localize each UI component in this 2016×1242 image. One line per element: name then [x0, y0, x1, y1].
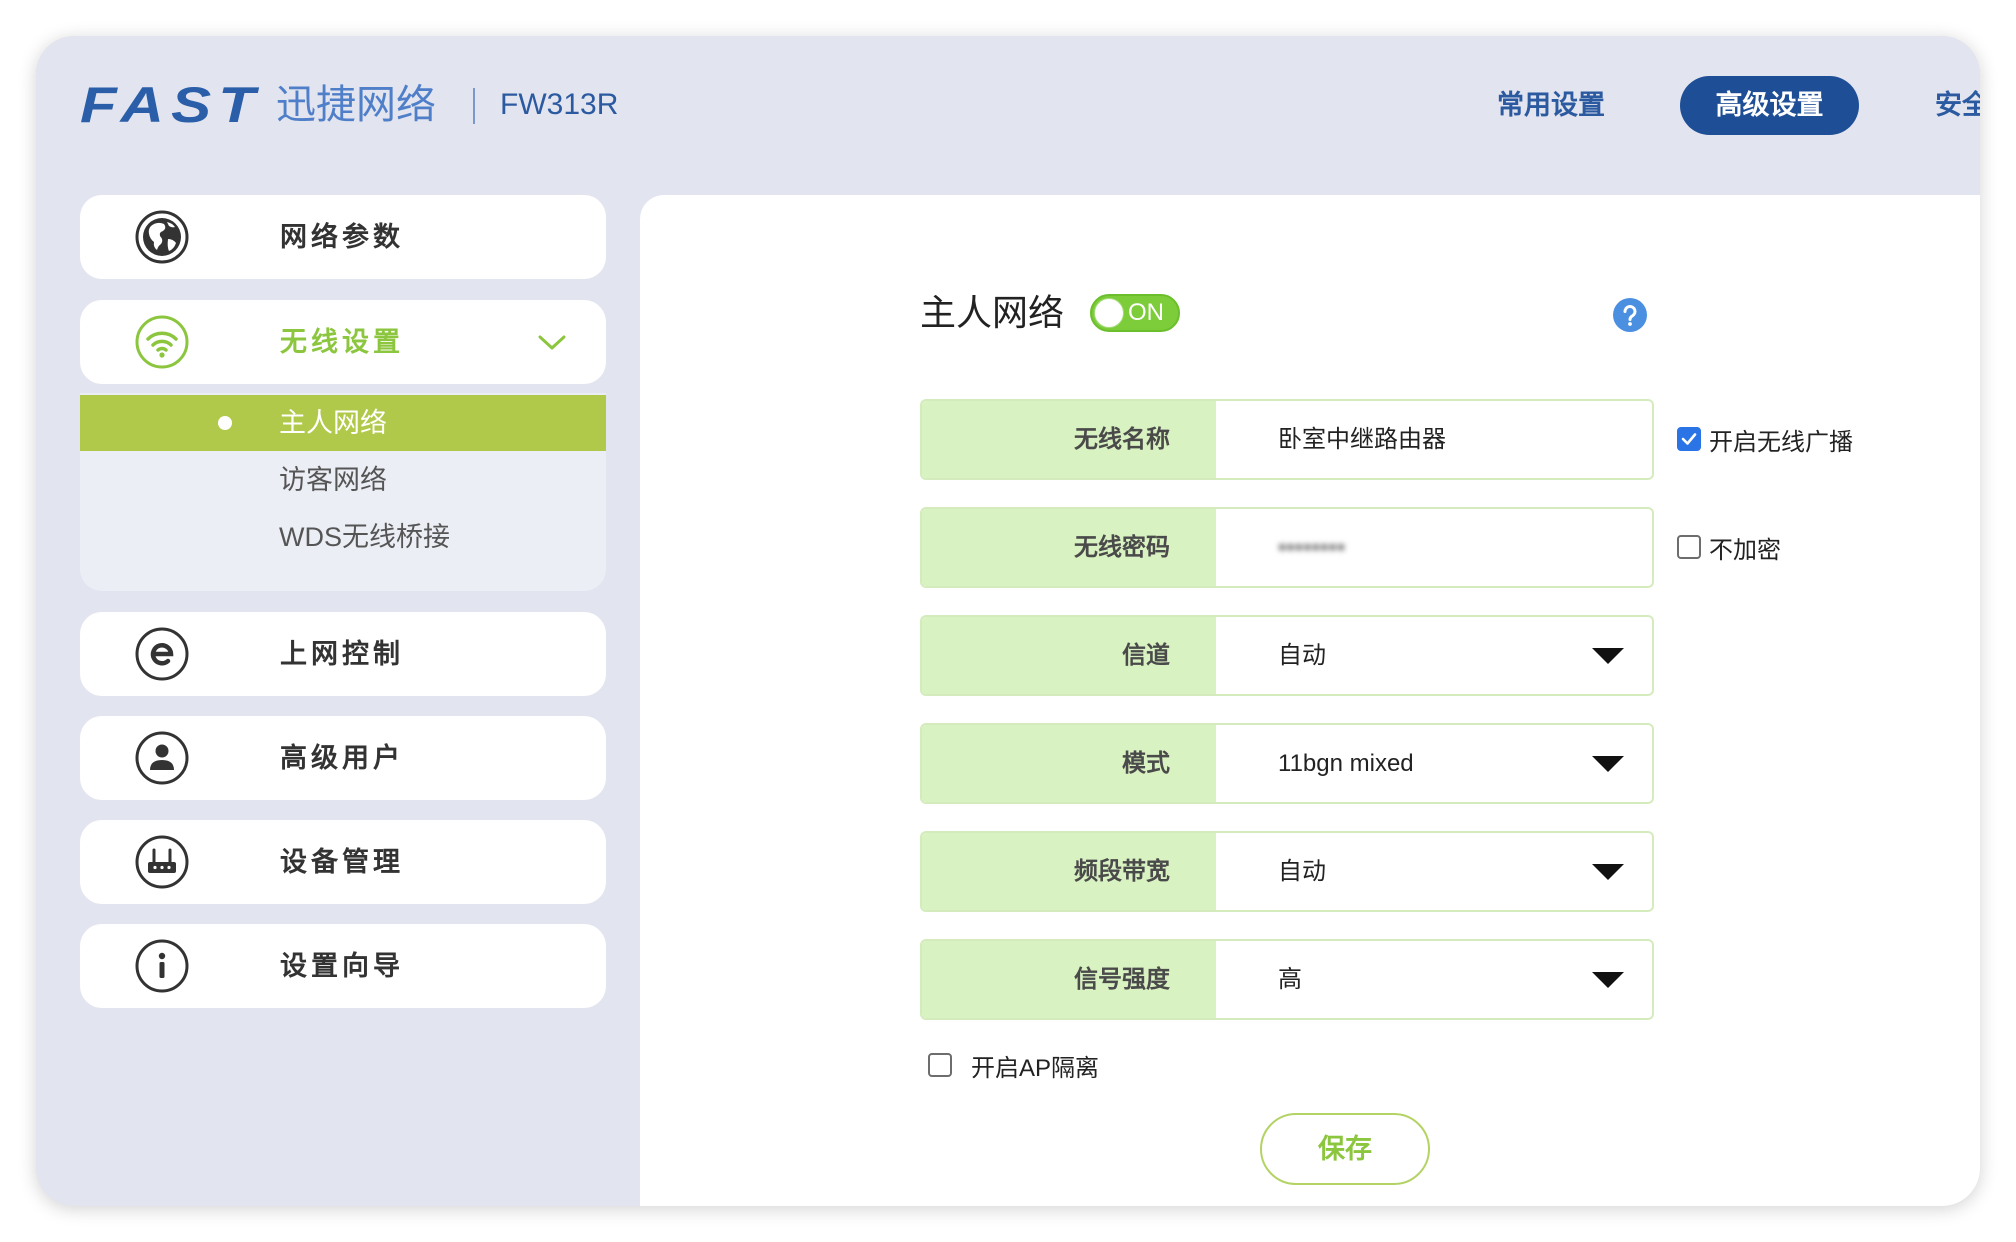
sidebar-item-label: 高级用户: [280, 743, 404, 773]
router-admin-window: FAST 迅捷网络 FW313R 常用设置 高级设置 安全 网络参数 无线设置: [36, 36, 1980, 1206]
password-label: 无线密码: [922, 509, 1216, 586]
info-icon: [134, 938, 190, 994]
user-icon: [134, 730, 190, 786]
sidebar-item-label: 网络参数: [280, 222, 404, 252]
form-row-signal-strength: 信号强度 高: [920, 939, 1654, 1020]
nav-advanced-settings[interactable]: 高级设置: [1680, 76, 1859, 135]
signal-strength-select[interactable]: 高: [1216, 941, 1652, 1018]
password-value: ••••••••: [1278, 534, 1346, 561]
dropdown-arrow-icon[interactable]: [1592, 972, 1624, 988]
submenu-item-label: 主人网络: [279, 408, 387, 438]
sidebar-item-internet-control[interactable]: 上网控制: [80, 612, 606, 696]
page-title: 主人网络: [920, 292, 1065, 333]
form-row-ssid: 无线名称 卧室中继路由器: [920, 399, 1654, 480]
active-dot-icon: [218, 416, 232, 430]
router-icon: [134, 834, 190, 890]
bandwidth-label: 频段带宽: [922, 833, 1216, 910]
sidebar-item-setup-wizard[interactable]: 设置向导: [80, 924, 606, 1008]
dropdown-arrow-icon[interactable]: [1592, 648, 1624, 664]
broadcast-label: 开启无线广播: [1709, 428, 1853, 456]
brand-name: 迅捷网络: [276, 83, 436, 127]
sidebar-item-wireless-settings[interactable]: 无线设置: [80, 300, 606, 384]
save-button[interactable]: 保存: [1260, 1113, 1430, 1185]
dropdown-arrow-icon[interactable]: [1592, 864, 1624, 880]
form-row-password: 无线密码 ••••••••: [920, 507, 1654, 588]
ap-isolation-option[interactable]: 开启AP隔离: [928, 1047, 1099, 1083]
form-row-channel: 信道 自动: [920, 615, 1654, 696]
broadcast-option[interactable]: 开启无线广播: [1677, 421, 1853, 457]
nav-security[interactable]: 安全: [1935, 76, 1980, 134]
no-encryption-option[interactable]: 不加密: [1677, 529, 1781, 565]
password-input[interactable]: ••••••••: [1216, 509, 1652, 586]
network-toggle[interactable]: ON: [1090, 294, 1180, 332]
device-model: FW313R: [500, 88, 619, 121]
submenu-item-wds-bridge[interactable]: WDS无线桥接: [80, 509, 606, 566]
dropdown-arrow-icon[interactable]: [1592, 756, 1624, 772]
nav-common-settings[interactable]: 常用设置: [1496, 76, 1606, 134]
toggle-label: ON: [1128, 299, 1164, 326]
chevron-down-icon[interactable]: [538, 335, 566, 351]
ssid-input[interactable]: 卧室中继路由器: [1216, 401, 1652, 478]
bandwidth-select[interactable]: 自动: [1216, 833, 1652, 910]
form-row-mode: 模式 11bgn mixed: [920, 723, 1654, 804]
submenu-item-guest-network[interactable]: 访客网络: [80, 452, 606, 509]
no-encryption-label: 不加密: [1709, 536, 1781, 564]
channel-label: 信道: [922, 617, 1216, 694]
internet-control-icon: [134, 626, 190, 682]
broadcast-checkbox[interactable]: [1677, 427, 1701, 451]
brand-logo: FAST: [80, 77, 263, 133]
toggle-knob: [1094, 298, 1124, 328]
sidebar-item-label: 设置向导: [280, 951, 404, 981]
mode-select[interactable]: 11bgn mixed: [1216, 725, 1652, 802]
sidebar-item-network-params[interactable]: 网络参数: [80, 195, 606, 279]
ap-isolation-label: 开启AP隔离: [971, 1054, 1100, 1082]
submenu-item-label: WDS无线桥接: [279, 522, 450, 552]
wifi-icon: [134, 314, 190, 370]
wireless-submenu: 主人网络 访客网络 WDS无线桥接: [80, 393, 606, 591]
content-panel: 主人网络 ON 无线名称 卧室中继路由器 无线密码 •••••••• 信道 自动…: [640, 195, 1980, 1206]
help-icon[interactable]: [1613, 298, 1647, 332]
sidebar-item-label: 上网控制: [280, 639, 404, 669]
ap-isolation-checkbox[interactable]: [928, 1053, 952, 1077]
globe-icon: [134, 209, 190, 265]
signal-strength-label: 信号强度: [922, 941, 1216, 1018]
sidebar-item-device-management[interactable]: 设备管理: [80, 820, 606, 904]
sidebar-item-advanced-users[interactable]: 高级用户: [80, 716, 606, 800]
sidebar-item-label: 无线设置: [280, 327, 404, 357]
ssid-label: 无线名称: [922, 401, 1216, 478]
channel-select[interactable]: 自动: [1216, 617, 1652, 694]
form-row-bandwidth: 频段带宽 自动: [920, 831, 1654, 912]
header-divider: [473, 88, 475, 124]
mode-label: 模式: [922, 725, 1216, 802]
submenu-item-host-network[interactable]: 主人网络: [80, 395, 606, 451]
no-encryption-checkbox[interactable]: [1677, 535, 1701, 559]
sidebar-item-label: 设备管理: [280, 847, 404, 877]
submenu-item-label: 访客网络: [279, 465, 387, 495]
